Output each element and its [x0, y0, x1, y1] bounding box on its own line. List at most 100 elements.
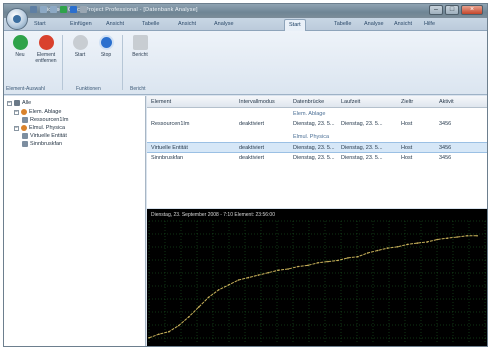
data-point — [287, 268, 289, 270]
column-header[interactable]: Element — [151, 99, 237, 105]
table-cell: Dienstag, 23. 5... — [293, 121, 335, 127]
undo-icon[interactable] — [40, 6, 47, 13]
table-cell: Sinnbruskfan — [151, 155, 184, 161]
data-point — [267, 271, 270, 274]
column-header[interactable]: Laufzeit — [341, 99, 399, 105]
tab-0[interactable]: Start — [34, 21, 46, 27]
table-row[interactable]: Ressourcen1Im deaktiviert Dienstag, 23. 5.… — [147, 119, 487, 130]
group-separator — [62, 35, 63, 90]
tree-node[interactable]: Sinnbruskfan — [22, 141, 62, 147]
tab-2[interactable]: Ansicht — [106, 21, 124, 27]
tree-node[interactable]: − Alle — [7, 100, 31, 106]
save-icon[interactable] — [30, 6, 37, 13]
data-point — [257, 274, 260, 276]
data-point — [158, 333, 160, 335]
data-point — [357, 255, 359, 258]
column-header[interactable]: Zieltr — [401, 99, 437, 105]
start-label: Start — [74, 52, 86, 58]
data-point — [188, 316, 190, 318]
report-label: Bericht — [132, 52, 148, 58]
tab-7[interactable]: Tabelle — [334, 21, 351, 27]
tree-node[interactable]: − Elmul. Physica — [14, 125, 65, 131]
table-cell: Host — [401, 121, 413, 127]
table-cell: 3456 — [439, 155, 452, 161]
start-button[interactable]: Start — [68, 35, 92, 58]
tab-3[interactable]: Tabelle — [142, 21, 159, 27]
tree-node[interactable]: − Elem. Ablage — [14, 109, 61, 115]
close-button[interactable]: × — [461, 5, 483, 15]
series-line — [148, 235, 478, 339]
tree-node[interactable]: Virtuelle Entität — [22, 133, 67, 139]
expand-toggle-icon[interactable]: − — [14, 125, 19, 131]
new-button[interactable]: Neu — [8, 35, 32, 58]
element-tree[interactable]: − Alle − Elem. Ablage Ressourcen1Im − Elmul. P… — [4, 96, 146, 346]
stop-icon — [98, 35, 114, 50]
data-point — [337, 259, 339, 262]
ribbon: Neu Element entfernen Start Stop Bericht… — [4, 31, 487, 95]
stop-label: Stop — [100, 52, 112, 58]
column-header[interactable]: Datenbrücke — [293, 99, 339, 105]
data-point — [148, 337, 150, 339]
flag-icon — [21, 109, 27, 115]
doc-icon — [22, 141, 28, 147]
minimize-button[interactable]: – — [429, 5, 443, 15]
data-point — [466, 235, 468, 237]
data-point — [386, 247, 389, 249]
ribbon-tabs: Start Einfügen Ansicht Tabelle Ansicht Analys… — [4, 18, 487, 31]
start-icon — [72, 35, 88, 50]
play-icon[interactable] — [60, 6, 67, 13]
stop-button[interactable]: Stop — [94, 35, 118, 58]
table-cell: Dienstag, 23. 5... — [341, 155, 383, 161]
chart-plot — [148, 220, 487, 344]
table-cell: Host — [401, 145, 413, 151]
tab-1[interactable]: Einfügen — [70, 21, 92, 27]
column-header[interactable]: Intervallmodus — [239, 99, 291, 105]
data-point — [426, 241, 429, 243]
expand-toggle-icon[interactable]: − — [14, 109, 19, 115]
report-button[interactable]: Bericht — [128, 35, 152, 58]
table-cell: Virtuelle Entität — [151, 145, 188, 151]
tab-6[interactable]: Start — [284, 19, 306, 31]
table-cell: 3456 — [439, 121, 452, 127]
quick-access-toolbar — [30, 6, 87, 13]
data-point — [317, 262, 319, 264]
table-row[interactable]: Virtuelle Entität deaktiviert Dienstag, 23… — [147, 142, 487, 153]
data-point — [197, 306, 200, 308]
data-point — [396, 246, 399, 248]
data-point — [446, 237, 449, 239]
tab-9[interactable]: Ansicht — [394, 21, 412, 27]
doc-icon — [22, 117, 28, 123]
tab-8[interactable]: Analyse — [364, 21, 384, 27]
tree-node[interactable]: Ressourcen1Im — [22, 117, 69, 123]
data-point — [307, 264, 309, 267]
remove-element-label: Element entfernen — [35, 52, 57, 64]
group-label-element: Element-Auswahl — [6, 86, 45, 92]
data-point — [277, 269, 279, 271]
redo-icon[interactable] — [50, 6, 57, 13]
refresh-icon[interactable] — [70, 6, 77, 13]
group-separator — [122, 35, 123, 90]
settings-icon[interactable] — [80, 6, 87, 13]
data-point — [237, 279, 240, 281]
expand-toggle-icon[interactable]: − — [7, 100, 12, 106]
doc-icon — [22, 133, 28, 139]
data-point — [168, 330, 170, 333]
tab-10[interactable]: Hilfe — [424, 21, 435, 27]
data-point — [217, 289, 220, 291]
data-point — [297, 265, 299, 268]
remove-element-button[interactable]: Element entfernen — [34, 35, 58, 64]
table-cell: Dienstag, 23. 5... — [341, 145, 383, 151]
maximize-button[interactable]: □ — [445, 5, 459, 15]
activity-chart: Dienstag, 23. September 2008 - 7:10 Elem… — [147, 209, 487, 346]
tab-5[interactable]: Analyse — [214, 21, 234, 27]
window-controls: – □ × — [429, 5, 483, 15]
data-point — [227, 284, 230, 286]
column-header[interactable]: Aktivit — [439, 99, 487, 105]
table-cell: deaktiviert — [239, 121, 265, 127]
office-menu-button[interactable] — [6, 8, 28, 30]
table-row[interactable]: Sinnbruskfan deaktiviert Dienstag, 23. 5..… — [147, 153, 487, 164]
tab-4[interactable]: Ansicht — [178, 21, 196, 27]
element-table: Element Intervallmodus Datenbrücke Laufzeit… — [147, 96, 487, 208]
folder-icon — [14, 100, 20, 106]
table-cell: deaktiviert — [239, 155, 265, 161]
